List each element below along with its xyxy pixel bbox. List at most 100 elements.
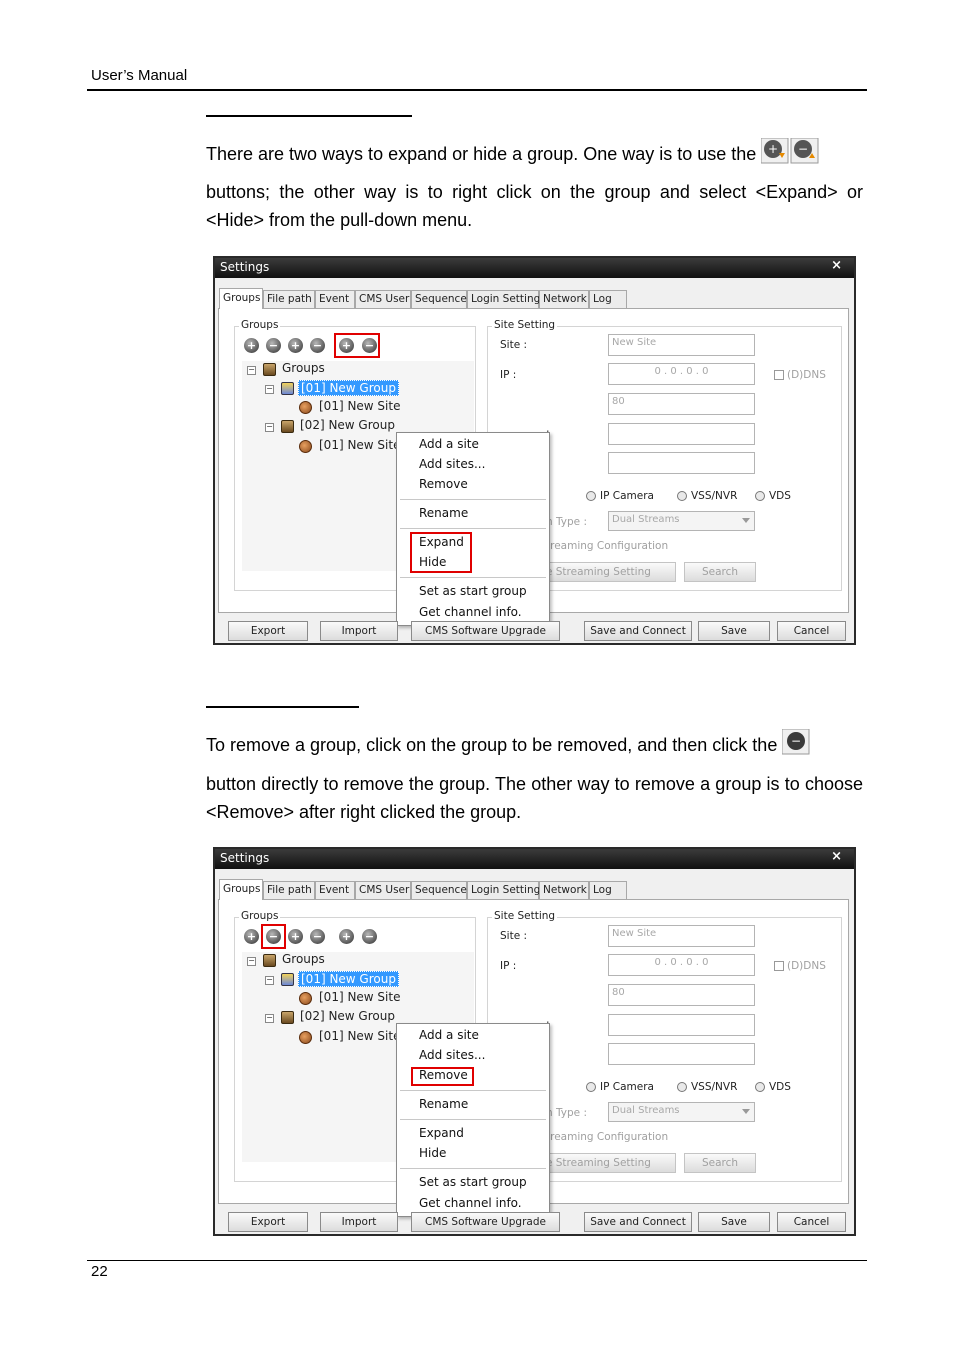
stream-type-select[interactable]: Dual Streams [608,1102,755,1122]
port-field[interactable]: 80 [608,984,755,1006]
tab-login-setting[interactable]: Login Setting [467,290,540,308]
tab-login-setting[interactable]: Login Setting [467,881,540,899]
add-group-icon[interactable]: + [244,338,259,353]
tree-group-item[interactable]: [01] New Group [298,971,399,987]
menu-item-add-site[interactable]: Add a site [419,1028,479,1042]
save-button[interactable]: Save [698,621,770,641]
ip-field[interactable]: 0 . 0 . 0 . 0 [608,954,755,976]
menu-item-rename[interactable]: Rename [419,506,468,520]
menu-item-add-site[interactable]: Add a site [419,437,479,451]
ip-camera-radio[interactable] [586,491,596,501]
search-button[interactable]: Search [684,1153,756,1173]
collapse-toggle[interactable]: − [265,385,274,394]
tab-file-path[interactable]: File path [263,881,315,899]
tab-sequence[interactable]: Sequence [411,881,467,899]
tab-file-path[interactable]: File path [263,290,315,308]
tree-site-item[interactable]: [01] New Site [319,990,400,1004]
collapse-toggle[interactable]: − [265,1014,274,1023]
menu-item-get-channel-info[interactable]: Get channel info. [419,605,522,619]
collapse-toggle[interactable]: − [265,976,274,985]
collapse-toggle[interactable]: − [247,957,256,966]
upgrade-button[interactable]: CMS Software Upgrade [411,1212,560,1232]
import-button[interactable]: Import [320,1212,398,1232]
collapse-toggle[interactable]: − [247,366,256,375]
ip-camera-radio[interactable] [586,1082,596,1092]
menu-item-rename[interactable]: Rename [419,1097,468,1111]
export-button[interactable]: Export [228,621,308,641]
tab-event[interactable]: Event [315,290,355,308]
settings-window: Settings × Groups File path Event CMS Us… [213,847,856,1236]
import-button[interactable]: Import [320,621,398,641]
menu-item-hide[interactable]: Hide [419,1146,446,1160]
add-site-icon[interactable]: + [288,338,303,353]
collapse-toggle[interactable]: − [265,423,274,432]
tab-cms-user[interactable]: CMS User [355,290,411,308]
tree-group-item[interactable]: [02] New Group [300,418,395,432]
tree-root[interactable]: Groups [282,361,325,375]
groups-folder-icon [263,363,276,376]
close-icon[interactable]: × [831,258,842,273]
vds-radio[interactable] [755,491,765,501]
export-button[interactable]: Export [228,1212,308,1232]
username-field[interactable] [608,423,755,445]
tab-network[interactable]: Network [539,290,589,308]
tab-sequence[interactable]: Sequence [411,290,467,308]
site-name-field[interactable]: New Site [608,925,755,947]
tab-cms-user[interactable]: CMS User [355,881,411,899]
save-button[interactable]: Save [698,1212,770,1232]
add-site-icon[interactable]: + [288,929,303,944]
highlight-box [334,333,380,358]
port-field[interactable]: 80 [608,393,755,415]
upgrade-button[interactable]: CMS Software Upgrade [411,621,560,641]
stream-type-select[interactable]: Dual Streams [608,511,755,531]
paragraph: buttons; the other way is to right click… [206,182,863,230]
section-heading-line [206,706,359,708]
tab-groups[interactable]: Groups [219,879,263,900]
remove-site-icon[interactable]: − [310,929,325,944]
menu-item-add-sites[interactable]: Add sites... [419,1048,485,1062]
save-and-connect-button[interactable]: Save and Connect [584,1212,692,1232]
tab-log[interactable]: Log [589,881,627,899]
manual-header: User’s Manual [91,67,188,84]
vss-nvr-radio[interactable] [677,1082,687,1092]
tree-site-item[interactable]: [01] New Site [319,1029,400,1043]
menu-item-get-channel-info[interactable]: Get channel info. [419,1196,522,1210]
site-icon [299,401,312,414]
menu-item-expand[interactable]: Expand [419,1126,464,1140]
ip-field[interactable]: 0 . 0 . 0 . 0 [608,363,755,385]
password-field[interactable] [608,1043,755,1065]
tree-root[interactable]: Groups [282,952,325,966]
close-icon[interactable]: × [831,849,842,864]
password-field[interactable] [608,452,755,474]
vds-label: VDS [769,490,791,502]
site-name-field[interactable]: New Site [608,334,755,356]
header-rule [87,89,867,91]
menu-item-add-sites[interactable]: Add sites... [419,457,485,471]
remove-site-icon[interactable]: − [310,338,325,353]
site-icon [299,1031,312,1044]
tab-network[interactable]: Network [539,881,589,899]
hide-icon[interactable]: − [362,929,377,944]
tree-site-item[interactable]: [01] New Site [319,399,400,413]
menu-item-remove[interactable]: Remove [419,477,468,491]
ddns-checkbox[interactable] [774,961,784,971]
cancel-button[interactable]: Cancel [777,1212,846,1232]
vss-nvr-radio[interactable] [677,491,687,501]
tree-group-item[interactable]: [01] New Group [298,380,399,396]
menu-item-set-start-group[interactable]: Set as start group [419,584,527,598]
tree-group-item[interactable]: [02] New Group [300,1009,395,1023]
tab-event[interactable]: Event [315,881,355,899]
save-and-connect-button[interactable]: Save and Connect [584,621,692,641]
remove-group-icon[interactable]: − [266,338,281,353]
ddns-checkbox[interactable] [774,370,784,380]
tree-site-item[interactable]: [01] New Site [319,438,400,452]
tab-groups[interactable]: Groups [219,288,263,309]
search-button[interactable]: Search [684,562,756,582]
tab-log[interactable]: Log [589,290,627,308]
expand-icon[interactable]: + [339,929,354,944]
vds-radio[interactable] [755,1082,765,1092]
username-field[interactable] [608,1014,755,1036]
menu-item-set-start-group[interactable]: Set as start group [419,1175,527,1189]
cancel-button[interactable]: Cancel [777,621,846,641]
add-group-icon[interactable]: + [244,929,259,944]
